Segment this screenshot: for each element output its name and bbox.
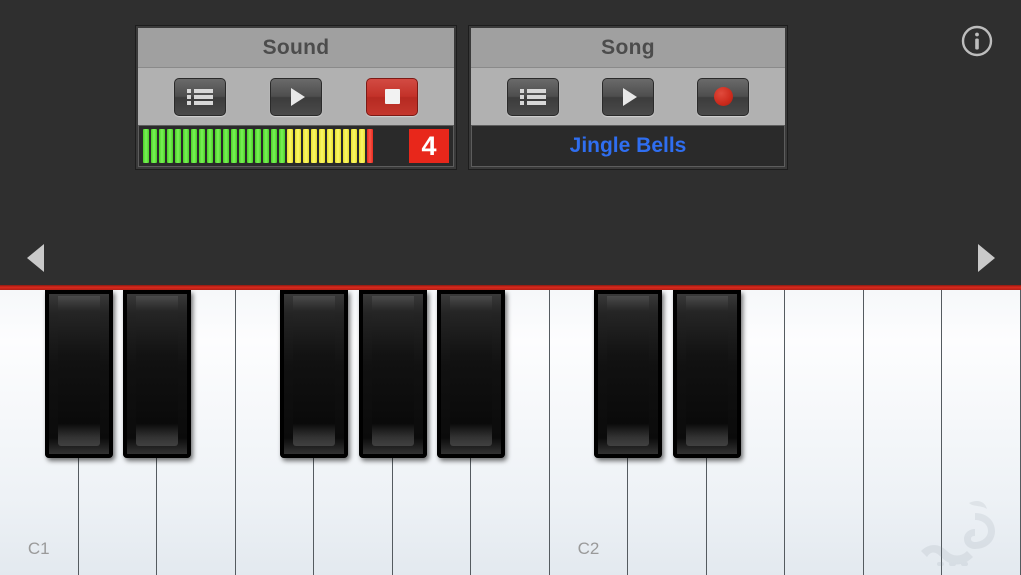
info-icon[interactable] bbox=[960, 24, 994, 58]
record-icon bbox=[713, 87, 733, 106]
list-icon bbox=[187, 88, 213, 105]
vu-segment bbox=[239, 129, 245, 163]
vu-segment bbox=[151, 129, 157, 163]
vu-segment bbox=[319, 129, 325, 163]
vu-segment bbox=[255, 129, 261, 163]
sound-play-button[interactable] bbox=[270, 77, 322, 116]
stop-icon bbox=[384, 89, 400, 104]
chevron-left-icon bbox=[26, 244, 44, 272]
white-key[interactable] bbox=[942, 290, 1021, 575]
volume-meter[interactable] bbox=[143, 129, 373, 163]
vu-segment bbox=[167, 129, 173, 163]
vu-segment bbox=[295, 129, 301, 163]
vu-segment bbox=[263, 129, 269, 163]
black-key[interactable] bbox=[594, 290, 663, 458]
vu-segment bbox=[215, 129, 221, 163]
play-icon bbox=[291, 87, 305, 106]
sound-level-display: 4 bbox=[138, 125, 454, 167]
song-record-button[interactable] bbox=[697, 77, 750, 116]
song-panel-buttons bbox=[471, 68, 785, 125]
vu-segment bbox=[143, 129, 149, 163]
white-key-label: C2 bbox=[577, 539, 600, 558]
vu-segment bbox=[231, 129, 237, 163]
vu-segment bbox=[367, 129, 373, 163]
octave-badge[interactable]: 4 bbox=[409, 129, 449, 163]
chevron-right-icon bbox=[977, 244, 995, 272]
black-key[interactable] bbox=[123, 290, 192, 458]
selected-song-label: Jingle Bells bbox=[569, 134, 687, 157]
octave-down-arrow[interactable] bbox=[12, 233, 58, 283]
vu-segment bbox=[351, 129, 357, 163]
vu-segment bbox=[359, 129, 365, 163]
sound-panel-title: Sound bbox=[262, 35, 330, 59]
black-key[interactable] bbox=[672, 290, 741, 458]
sound-panel-buttons bbox=[138, 68, 454, 125]
white-key-label: C1 bbox=[27, 539, 50, 558]
vu-segment bbox=[199, 129, 205, 163]
song-title-display[interactable]: Jingle Bells bbox=[471, 125, 785, 167]
black-key[interactable] bbox=[437, 290, 506, 458]
play-icon bbox=[622, 87, 637, 106]
vu-segment bbox=[303, 129, 309, 163]
vu-segment bbox=[287, 129, 293, 163]
black-key[interactable] bbox=[280, 290, 349, 458]
song-panel-header: Song bbox=[471, 28, 785, 68]
sound-panel: Sound 4 bbox=[135, 25, 457, 170]
octave-up-arrow[interactable] bbox=[963, 233, 1009, 283]
piano-keyboard: C1 C2 bbox=[0, 290, 1021, 575]
vu-segment bbox=[159, 129, 165, 163]
vu-segment bbox=[223, 129, 229, 163]
vu-segment bbox=[207, 129, 213, 163]
sound-panel-header: Sound bbox=[138, 28, 454, 68]
white-key[interactable] bbox=[863, 290, 943, 575]
song-list-button[interactable] bbox=[506, 77, 559, 116]
piano-app: Sound 4 Song Jingle Bells C1 C2 bbox=[0, 0, 1021, 575]
vu-segment bbox=[311, 129, 317, 163]
control-panel-area: Sound 4 Song Jingle Bells bbox=[0, 0, 1021, 285]
vu-segment bbox=[335, 129, 341, 163]
song-panel-title: Song bbox=[601, 35, 655, 59]
vu-segment bbox=[183, 129, 189, 163]
list-icon bbox=[519, 88, 546, 105]
song-panel: Song Jingle Bells bbox=[468, 25, 788, 170]
vu-segment bbox=[327, 129, 333, 163]
vu-segment bbox=[247, 129, 253, 163]
black-key[interactable] bbox=[44, 290, 113, 458]
info-glyph bbox=[961, 25, 993, 57]
vu-segment bbox=[191, 129, 197, 163]
vu-segment bbox=[343, 129, 349, 163]
sound-list-button[interactable] bbox=[174, 77, 226, 116]
vu-segment bbox=[175, 129, 181, 163]
vu-segment bbox=[271, 129, 277, 163]
black-key[interactable] bbox=[358, 290, 427, 458]
sound-stop-button[interactable] bbox=[366, 77, 418, 116]
song-play-button[interactable] bbox=[601, 77, 654, 116]
vu-segment bbox=[279, 129, 285, 163]
white-key[interactable] bbox=[785, 290, 864, 575]
